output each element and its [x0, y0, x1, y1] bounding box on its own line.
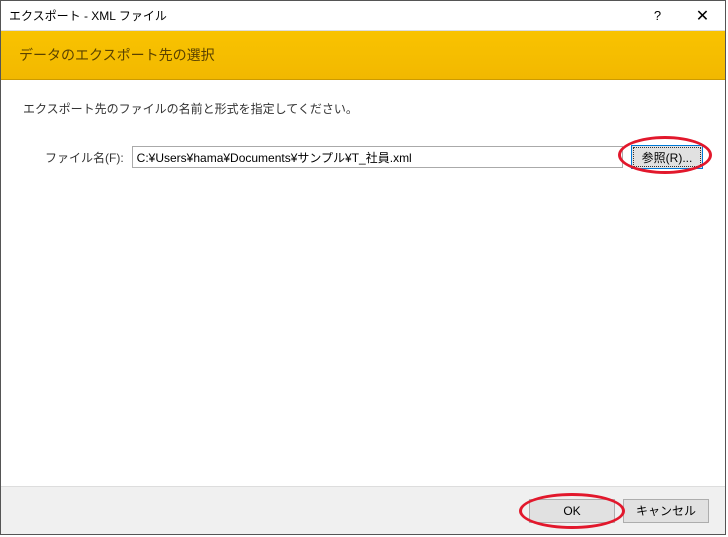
header-title: データのエクスポート先の選択	[19, 45, 707, 65]
filename-label: ファイル名(F):	[45, 149, 124, 166]
close-button[interactable]: ✕	[680, 1, 725, 30]
dialog-window: エクスポート - XML ファイル ? ✕ データのエクスポート先の選択 エクス…	[0, 0, 726, 535]
filename-input[interactable]	[132, 146, 623, 168]
footer: OK キャンセル	[1, 486, 725, 534]
help-button[interactable]: ?	[635, 1, 680, 30]
titlebar-controls: ? ✕	[635, 1, 725, 30]
instruction-text: エクスポート先のファイルの名前と形式を指定してください。	[23, 100, 703, 117]
titlebar: エクスポート - XML ファイル ? ✕	[1, 1, 725, 31]
window-title: エクスポート - XML ファイル	[9, 7, 635, 24]
filename-row: ファイル名(F): 参照(R)...	[23, 145, 703, 169]
browse-button[interactable]: 参照(R)...	[631, 145, 703, 169]
content-area: エクスポート先のファイルの名前と形式を指定してください。 ファイル名(F): 参…	[1, 80, 725, 486]
header-band: データのエクスポート先の選択	[1, 31, 725, 80]
cancel-button[interactable]: キャンセル	[623, 499, 709, 523]
ok-button[interactable]: OK	[529, 499, 615, 523]
